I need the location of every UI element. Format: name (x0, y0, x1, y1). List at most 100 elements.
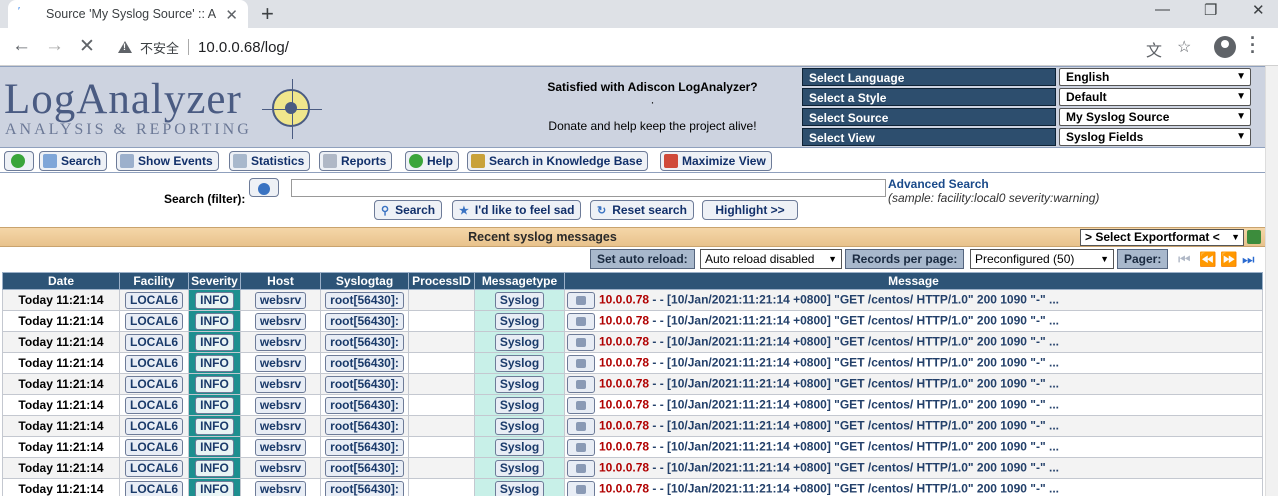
kb-search-button[interactable]: Search in Knowledge Base (467, 151, 649, 171)
help-button[interactable]: Help (405, 151, 460, 171)
last-page-icon[interactable]: ⏭ (1242, 251, 1255, 268)
maximize-view-button[interactable]: Maximize View (660, 151, 772, 171)
column-header-facility[interactable]: Facility (119, 272, 189, 290)
message-ip[interactable]: 10.0.0.78 (599, 418, 649, 432)
profile-avatar-icon[interactable] (1214, 36, 1236, 58)
url-text[interactable]: 10.0.0.68/log/ (198, 39, 289, 56)
close-window-icon[interactable]: ✕ (1252, 1, 1265, 19)
facility-link[interactable]: LOCAL6 (125, 438, 183, 456)
restore-icon[interactable]: ❐ (1204, 1, 1217, 19)
column-header-severity[interactable]: Severity (188, 272, 241, 290)
syslogtag-link[interactable]: root[56430]: (325, 396, 404, 414)
back-icon[interactable]: ← (12, 35, 31, 57)
facility-link[interactable]: LOCAL6 (125, 291, 183, 309)
search-submit-button[interactable]: ⚲ Search (374, 200, 443, 220)
message-ip[interactable]: 10.0.0.78 (599, 313, 649, 327)
message-ip[interactable]: 10.0.0.78 (599, 397, 649, 411)
message-text[interactable]: - - [10/Jan/2021:11:21:14 +0800] "GET /c… (649, 292, 1059, 306)
reset-search-button[interactable]: ↻ Reset search (590, 200, 694, 220)
records-per-page-select[interactable]: Preconfigured (50) ▼ (970, 249, 1114, 269)
messagetype-link[interactable]: Syslog (494, 438, 545, 456)
show-events-button[interactable]: Show Events (116, 151, 219, 171)
severity-link[interactable]: INFO (195, 354, 234, 372)
translate-icon[interactable]: 文 (1146, 37, 1162, 61)
first-page-icon[interactable]: ⏮ (1178, 251, 1191, 268)
facility-link[interactable]: LOCAL6 (125, 480, 183, 496)
syslogtag-link[interactable]: root[56430]: (325, 291, 404, 309)
set-auto-reload-button[interactable]: Set auto reload: (590, 249, 695, 269)
message-details-icon[interactable] (567, 333, 595, 351)
message-details-icon[interactable] (567, 354, 595, 372)
severity-link[interactable]: INFO (195, 480, 234, 496)
syslogtag-link[interactable]: root[56430]: (325, 480, 404, 496)
host-link[interactable]: websrv (254, 333, 307, 351)
column-header-message[interactable]: Message (564, 272, 1263, 290)
facility-link[interactable]: LOCAL6 (125, 375, 183, 393)
message-details-icon[interactable] (567, 459, 595, 477)
message-text[interactable]: - - [10/Jan/2021:11:21:14 +0800] "GET /c… (649, 439, 1059, 453)
security-label[interactable]: 不安全 (140, 38, 179, 57)
severity-link[interactable]: INFO (195, 333, 234, 351)
message-ip[interactable]: 10.0.0.78 (599, 481, 649, 495)
messagetype-link[interactable]: Syslog (494, 312, 545, 330)
facility-link[interactable]: LOCAL6 (125, 396, 183, 414)
export-icon[interactable] (1247, 230, 1261, 244)
severity-link[interactable]: INFO (195, 396, 234, 414)
reports-button[interactable]: Reports (319, 151, 393, 171)
message-details-icon[interactable] (567, 375, 595, 393)
column-header-date[interactable]: Date (2, 272, 120, 290)
search-button[interactable]: Search (39, 151, 108, 171)
syslogtag-link[interactable]: root[56430]: (325, 354, 404, 372)
page-scrollbar[interactable] (1265, 66, 1278, 496)
message-text[interactable]: - - [10/Jan/2021:11:21:14 +0800] "GET /c… (649, 376, 1059, 390)
message-ip[interactable]: 10.0.0.78 (599, 355, 649, 369)
message-details-icon[interactable] (567, 291, 595, 309)
message-text[interactable]: - - [10/Jan/2021:11:21:14 +0800] "GET /c… (649, 397, 1059, 411)
message-ip[interactable]: 10.0.0.78 (599, 439, 649, 453)
host-link[interactable]: websrv (254, 354, 307, 372)
messagetype-link[interactable]: Syslog (494, 480, 545, 496)
severity-link[interactable]: INFO (195, 375, 234, 393)
view-select[interactable]: Syslog Fields ▼ (1059, 128, 1251, 146)
column-header-syslogtag[interactable]: Syslogtag (320, 272, 409, 290)
loganalyzer-logo[interactable]: LogAnalyzer ANALYSIS & REPORTING (4, 75, 324, 145)
host-link[interactable]: websrv (254, 438, 307, 456)
severity-link[interactable]: INFO (195, 312, 234, 330)
facility-link[interactable]: LOCAL6 (125, 312, 183, 330)
message-ip[interactable]: 10.0.0.78 (599, 334, 649, 348)
severity-link[interactable]: INFO (195, 417, 234, 435)
close-tab-icon[interactable]: ✕ (225, 6, 238, 24)
syslogtag-link[interactable]: root[56430]: (325, 312, 404, 330)
browser-menu-icon[interactable]: · · · (1250, 29, 1256, 61)
message-details-icon[interactable] (567, 480, 595, 496)
syslogtag-link[interactable]: root[56430]: (325, 459, 404, 477)
message-details-icon[interactable] (567, 396, 595, 414)
host-link[interactable]: websrv (254, 396, 307, 414)
facility-link[interactable]: LOCAL6 (125, 417, 183, 435)
minimize-icon[interactable]: — (1155, 1, 1170, 18)
message-ip[interactable]: 10.0.0.78 (599, 460, 649, 474)
syslogtag-link[interactable]: root[56430]: (325, 417, 404, 435)
bookmark-star-icon[interactable]: ☆ (1177, 37, 1191, 57)
severity-link[interactable]: INFO (195, 438, 234, 456)
message-ip[interactable]: 10.0.0.78 (599, 292, 649, 306)
messagetype-link[interactable]: Syslog (494, 291, 545, 309)
donate-question[interactable]: Satisfied with Adiscon LogAnalyzer? (520, 80, 785, 94)
search-filter-input[interactable] (291, 179, 886, 197)
messagetype-link[interactable]: Syslog (494, 354, 545, 372)
style-select[interactable]: Default ▼ (1059, 88, 1251, 106)
column-header-processid[interactable]: ProcessID (408, 272, 475, 290)
browser-tab[interactable]: ′ Source 'My Syslog Source' :: A ✕ (8, 0, 248, 28)
host-link[interactable]: websrv (254, 459, 307, 477)
stop-loading-icon[interactable]: ✕ (79, 35, 95, 58)
next-page-icon[interactable]: ⏩ (1220, 251, 1237, 268)
message-text[interactable]: - - [10/Jan/2021:11:21:14 +0800] "GET /c… (649, 460, 1059, 474)
messagetype-link[interactable]: Syslog (494, 396, 545, 414)
warning-icon[interactable] (118, 41, 132, 53)
message-text[interactable]: - - [10/Jan/2021:11:21:14 +0800] "GET /c… (649, 355, 1059, 369)
column-header-host[interactable]: Host (240, 272, 321, 290)
export-format-select[interactable]: > Select Exportformat < ▼ (1080, 229, 1244, 246)
auto-reload-select[interactable]: Auto reload disabled ▼ (700, 249, 842, 269)
column-header-messagetype[interactable]: Messagetype (474, 272, 565, 290)
message-details-icon[interactable] (567, 312, 595, 330)
